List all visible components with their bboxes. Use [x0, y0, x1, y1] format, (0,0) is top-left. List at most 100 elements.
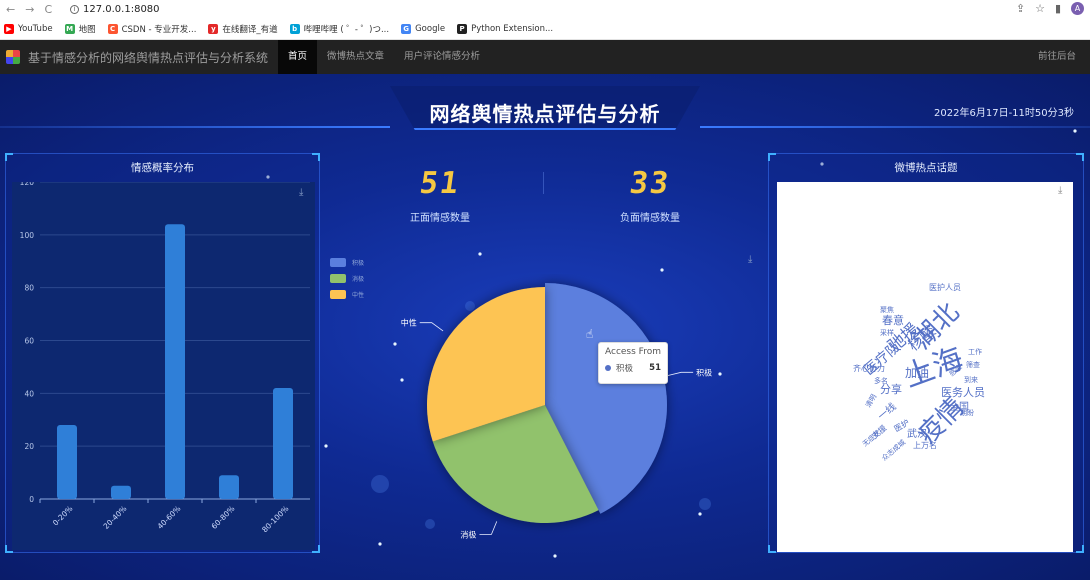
bookmark-label: YouTube — [18, 23, 53, 34]
word-cloud-word[interactable]: 到来 — [964, 376, 978, 384]
word-cloud-word[interactable]: 上万名 — [913, 440, 937, 450]
y-tick-label: 20 — [24, 442, 34, 451]
x-tick-label: 80-100% — [260, 504, 290, 534]
panel-corner — [1076, 545, 1084, 553]
word-cloud-word[interactable]: 筛查 — [966, 360, 980, 369]
pie-tooltip: Access From 积极 51 — [598, 342, 668, 384]
tooltip-name: 积极 — [616, 364, 634, 374]
browser-actions: ⇪ ☆ ▮ A — [1016, 2, 1084, 15]
app-navbar: 基于情感分析的网络舆情热点评估与分析系统 首页 微博热点文章 用户评论情感分析 … — [0, 40, 1090, 74]
word-cloud-word[interactable]: 工作 — [968, 347, 982, 356]
sentiment-distribution-panel: 情感概率分布 0 20 40 60 80 100 120 0-20% 20-40% 40-60% 6… — [5, 153, 320, 553]
word-cloud-word[interactable]: 聚焦 — [880, 305, 894, 314]
word-cloud-word[interactable]: 多名 — [874, 376, 888, 385]
positive-count: 51 — [417, 166, 463, 201]
positive-counter: 51 正面情感数量 — [370, 166, 510, 224]
nav-item-admin[interactable]: 前往后台 — [1038, 40, 1076, 74]
bookmark-icon: C — [107, 23, 118, 34]
x-tick-label: 20-40% — [102, 504, 129, 531]
nav-item-weibo-articles[interactable]: 微博热点文章 — [317, 40, 394, 74]
bookmark-label: Python Extension... — [471, 23, 554, 34]
bookmark-item[interactable]: b 哔哩哔哩 ( ゜- ゜)つ... — [289, 23, 390, 35]
bar[interactable] — [57, 425, 77, 499]
panel-title: 情感概率分布 — [131, 162, 194, 174]
word-cloud-word[interactable]: 医护人员 — [929, 282, 961, 292]
x-tick-label: 40-60% — [156, 504, 183, 531]
clock: 2022年6月17日-11时50分3秒 — [934, 108, 1074, 119]
tooltip-title: Access From — [605, 347, 661, 357]
bookmark-item[interactable]: M 地图 — [64, 23, 96, 35]
bookmark-item[interactable]: y 在线翻译_有道 — [208, 23, 278, 35]
reload-icon[interactable]: C — [44, 3, 52, 16]
sidebar-icon[interactable]: ▮ — [1055, 2, 1061, 15]
nav-item-home[interactable]: 首页 — [278, 40, 318, 74]
back-icon[interactable]: ← — [6, 3, 15, 16]
dashboard: 网络舆情热点评估与分析 2022年6月17日-11时50分3秒 情感概率分布 0… — [0, 74, 1090, 580]
bookmark-label: CSDN - 专业开发... — [121, 24, 197, 35]
word-cloud-word[interactable]: 清明 — [863, 392, 878, 409]
y-tick-label: 80 — [24, 284, 34, 293]
word-cloud: 湖北上海疫情驰援核酸医疗队 加油医务人员医护人员春意分享全国武汉上万名齐心协力聚焦… — [853, 282, 985, 463]
dashboard-title: 网络舆情热点评估与分析 — [429, 102, 661, 126]
pie-chart: 积极消极 中性 — [401, 283, 712, 539]
pie-download-icon[interactable]: ⤓ — [748, 255, 758, 265]
bookmark-item[interactable]: P Python Extension... — [457, 23, 554, 34]
site-info-icon[interactable]: i — [70, 4, 79, 14]
pie-label-line — [479, 521, 498, 535]
tooltip-row: 积极 51 — [605, 362, 661, 374]
nav-item-comment-analysis[interactable]: 用户评论情感分析 — [394, 40, 490, 74]
bookmark-icon: y — [208, 23, 219, 34]
word-cloud-word[interactable]: 众志成城 — [880, 438, 907, 463]
forward-icon[interactable]: → — [25, 3, 34, 16]
bookmark-item[interactable]: ▶ YouTube — [4, 23, 53, 34]
share-icon[interactable]: ⇪ — [1016, 2, 1025, 15]
bar[interactable] — [111, 485, 131, 499]
weibo-hot-topics-panel: 微博热点话题 湖北 上海 疫情 驰援 核酸 医疗队 加油 医务人员 医护人员 春意 分享 全国 武汉 上万… — [768, 153, 1084, 553]
negative-counter: 33 负面情感数量 — [580, 166, 720, 224]
legend-label: 积极 — [352, 259, 365, 267]
x-tick-label: 60-80% — [210, 504, 237, 531]
word-cloud-word[interactable]: 加油 — [905, 366, 929, 380]
pie-label-line — [419, 322, 444, 332]
legend-item[interactable]: 积极 — [330, 254, 364, 270]
hand-cursor-icon: ☝ — [586, 327, 594, 341]
star-dot — [324, 444, 328, 448]
brand-logo-icon — [6, 50, 20, 64]
negative-label: 负面情感数量 — [620, 213, 680, 224]
cloud-download-icon[interactable]: ⤓ — [1058, 186, 1068, 196]
word-cloud-word[interactable]: 一线 — [875, 400, 899, 423]
bookmark-label: Google — [415, 23, 446, 34]
bar[interactable] — [219, 475, 239, 499]
bookmark-icon: P — [457, 23, 468, 34]
word-cloud-word[interactable]: 齐心协力 — [853, 363, 885, 373]
bookmarks-bar: ▶ YouTube M 地图 C CSDN - 专业开发... y 在线翻译_有道 b 哔哩哔哩 … — [0, 18, 1090, 40]
pie-slice-label: 积极 — [696, 367, 712, 377]
word-cloud-word[interactable]: 武汉 — [907, 427, 927, 440]
word-cloud-word[interactable]: 采样 — [880, 328, 894, 337]
counter-divider — [543, 172, 544, 194]
word-cloud-word[interactable]: 期盼 — [960, 409, 974, 417]
bookmark-item[interactable]: C CSDN - 专业开发... — [107, 23, 197, 35]
y-tick-label: 0 — [29, 495, 34, 504]
star-icon[interactable]: ☆ — [1035, 2, 1045, 15]
bar[interactable] — [273, 388, 293, 499]
word-cloud-word[interactable]: 春意 — [882, 313, 904, 327]
bookmark-label: 哔哩哔哩 ( ゜- ゜)つ... — [303, 24, 390, 35]
bookmark-icon: b — [289, 23, 300, 34]
bookmark-icon: ▶ — [4, 23, 14, 34]
brand[interactable]: 基于情感分析的网络舆情热点评估与分析系统 — [0, 49, 268, 66]
y-tick-label: 120 — [20, 182, 35, 187]
bar[interactable] — [165, 224, 185, 499]
negative-count: 33 — [627, 166, 673, 201]
profile-avatar[interactable]: A — [1071, 2, 1084, 15]
download-icon[interactable]: ⤓ — [299, 188, 309, 198]
word-cloud-area: 湖北 上海 疫情 驰援 核酸 医疗队 加油 医务人员 医护人员 春意 分享 全国 武汉 上万名 齐心协力 聚焦… — [777, 182, 1073, 552]
bar-chart-area: 0 20 40 60 80 100 120 0-20% 20-40% 40-60% 60-80% 80… — [12, 178, 315, 550]
address-bar[interactable]: i 127.0.0.1:8080 — [70, 4, 160, 15]
browser-nav: ← → C — [0, 3, 70, 16]
tooltip-marker — [605, 365, 611, 371]
bookmark-item[interactable]: G Google — [401, 23, 446, 34]
positive-label: 正面情感数量 — [410, 213, 470, 224]
y-tick-label: 60 — [24, 337, 34, 346]
word-cloud-word[interactable]: 医务人员 — [941, 386, 985, 399]
